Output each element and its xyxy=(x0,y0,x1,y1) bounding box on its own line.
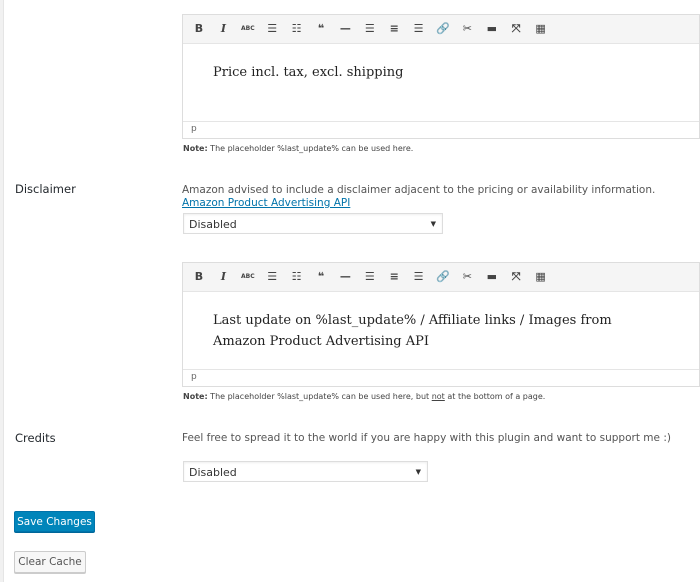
disclaimer-description: Amazon advised to include a disclaimer a… xyxy=(182,184,700,210)
unlink-icon[interactable]: ✂ xyxy=(459,269,475,285)
blockquote-icon[interactable]: ❝ xyxy=(313,269,329,285)
disclaimer-label: Disclaimer xyxy=(15,182,76,196)
disclaimer-note: Note: The placeholder %last_update% can … xyxy=(183,392,700,401)
select-value: Disabled xyxy=(189,466,237,479)
numbered-list-icon[interactable]: ☷ xyxy=(289,269,305,285)
note-label: Note: xyxy=(183,392,208,401)
admin-left-edge xyxy=(0,0,4,582)
editor-toolbar: B I ABC ☰ ☷ ❝ — ☰ ≡ ☰ 🔗 ✂ ▬ ⤧ ▦ xyxy=(183,15,699,44)
credits-label: Credits xyxy=(15,431,56,445)
align-right-icon[interactable]: ☰ xyxy=(411,21,427,37)
italic-icon[interactable]: I xyxy=(215,269,231,285)
editor-toolbar: B I ABC ☰ ☷ ❝ — ☰ ≡ ☰ 🔗 ✂ ▬ ⤧ ▦ xyxy=(183,263,699,292)
note-text: The placeholder %last_update% can be use… xyxy=(207,392,432,401)
description-text: Amazon advised to include a disclaimer a… xyxy=(182,184,656,196)
select-value: Disabled xyxy=(189,218,237,231)
dropdown-arrow-icon: ▼ xyxy=(430,220,436,228)
align-center-icon[interactable]: ≡ xyxy=(386,21,402,37)
editor-content[interactable]: Last update on %last_update% / Affiliate… xyxy=(183,292,699,369)
disclaimer-editor: B I ABC ☰ ☷ ❝ — ☰ ≡ ☰ 🔗 ✂ ▬ ⤧ ▦ Last update on %last_u… xyxy=(182,262,700,387)
editor-content[interactable]: Price incl. tax, excl. shipping xyxy=(183,44,699,121)
numbered-list-icon[interactable]: ☷ xyxy=(289,21,305,37)
amazon-api-link[interactable]: Amazon Product Advertising API xyxy=(182,197,350,209)
horizontal-rule-icon[interactable]: — xyxy=(337,21,353,37)
bullet-list-icon[interactable]: ☰ xyxy=(264,21,280,37)
disclaimer-select[interactable]: Disabled ▼ xyxy=(183,213,443,234)
bold-icon[interactable]: B xyxy=(191,269,207,285)
toolbar-toggle-icon[interactable]: ▦ xyxy=(533,269,549,285)
save-changes-button[interactable]: Save Changes xyxy=(14,511,95,532)
credits-description: Feel free to spread it to the world if y… xyxy=(182,432,671,444)
toolbar-toggle-icon[interactable]: ▦ xyxy=(533,21,549,37)
bullet-list-icon[interactable]: ☰ xyxy=(264,269,280,285)
italic-icon[interactable]: I xyxy=(215,21,231,37)
read-more-icon[interactable]: ▬ xyxy=(484,21,500,37)
align-left-icon[interactable]: ☰ xyxy=(362,21,378,37)
note-label: Note: xyxy=(183,144,208,153)
price-editor: B I ABC ☰ ☷ ❝ — ☰ ≡ ☰ 🔗 ✂ ▬ ⤧ ▦ Price incl. tax, excl.… xyxy=(182,14,700,139)
editor-path: p xyxy=(183,369,699,386)
horizontal-rule-icon[interactable]: — xyxy=(337,269,353,285)
bold-icon[interactable]: B xyxy=(191,21,207,37)
note-text: at the bottom of a page. xyxy=(444,392,546,401)
fullscreen-icon[interactable]: ⤧ xyxy=(508,269,524,285)
clear-cache-button[interactable]: Clear Cache xyxy=(14,551,86,573)
unlink-icon[interactable]: ✂ xyxy=(459,21,475,37)
align-center-icon[interactable]: ≡ xyxy=(386,269,402,285)
link-icon[interactable]: 🔗 xyxy=(435,269,451,285)
align-right-icon[interactable]: ☰ xyxy=(411,269,427,285)
note-text: The placeholder %last_update% can be use… xyxy=(207,144,414,153)
link-icon[interactable]: 🔗 xyxy=(435,21,451,37)
price-note: Note: The placeholder %last_update% can … xyxy=(183,144,700,153)
align-left-icon[interactable]: ☰ xyxy=(362,269,378,285)
editor-path: p xyxy=(183,121,699,138)
blockquote-icon[interactable]: ❝ xyxy=(313,21,329,37)
read-more-icon[interactable]: ▬ xyxy=(484,269,500,285)
credits-select[interactable]: Disabled ▼ xyxy=(183,461,428,482)
dropdown-arrow-icon: ▼ xyxy=(415,468,421,476)
strikethrough-icon[interactable]: ABC xyxy=(240,269,256,285)
strikethrough-icon[interactable]: ABC xyxy=(240,21,256,37)
fullscreen-icon[interactable]: ⤧ xyxy=(508,21,524,37)
note-emphasis: not xyxy=(431,392,445,401)
